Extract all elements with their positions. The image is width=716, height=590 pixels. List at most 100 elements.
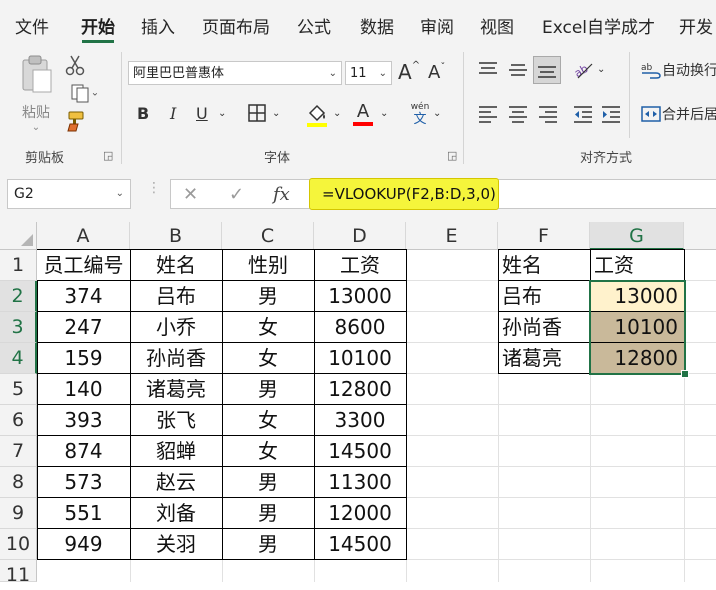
- paste-button[interactable]: 粘贴 ⌄: [14, 54, 58, 136]
- column-header-f[interactable]: F: [498, 222, 590, 250]
- fill-handle[interactable]: [681, 370, 689, 378]
- table-cell[interactable]: 12800: [590, 343, 684, 374]
- table-header-cell[interactable]: 性别: [222, 250, 314, 281]
- row-header-3[interactable]: 3: [0, 312, 37, 343]
- copy-button[interactable]: ⌄: [63, 82, 105, 104]
- column-header-g[interactable]: G: [590, 222, 684, 250]
- row-header-10[interactable]: 10: [0, 529, 37, 560]
- table-cell[interactable]: 13000: [314, 281, 406, 312]
- table-cell[interactable]: 吕布: [130, 281, 222, 312]
- bold-button[interactable]: B: [137, 104, 149, 123]
- font-launcher-icon[interactable]: ◲: [447, 149, 457, 162]
- table-cell[interactable]: 140: [37, 374, 130, 405]
- tab-file[interactable]: 文件: [15, 13, 49, 38]
- row-header-11[interactable]: 11: [0, 560, 37, 586]
- table-header-cell[interactable]: 工资: [590, 250, 684, 281]
- enter-icon[interactable]: ✓: [229, 184, 244, 205]
- decrease-indent-button[interactable]: [572, 104, 594, 128]
- table-cell[interactable]: 男: [222, 467, 314, 498]
- table-cell[interactable]: 女: [222, 405, 314, 436]
- table-cell[interactable]: 张飞: [130, 405, 222, 436]
- table-cell[interactable]: 诸葛亮: [498, 343, 590, 374]
- row-header-2[interactable]: 2: [0, 281, 37, 312]
- tab-view[interactable]: 视图: [480, 13, 514, 38]
- table-cell[interactable]: 男: [222, 374, 314, 405]
- table-cell[interactable]: 14500: [314, 529, 406, 560]
- italic-button[interactable]: I: [170, 104, 176, 123]
- shrink-font-button[interactable]: Aˇ: [428, 62, 445, 83]
- format-painter-button[interactable]: [63, 110, 87, 134]
- table-cell[interactable]: 3300: [314, 405, 406, 436]
- table-cell[interactable]: 374: [37, 281, 130, 312]
- table-cell[interactable]: 女: [222, 436, 314, 467]
- underline-dropdown-icon[interactable]: ⌄: [218, 108, 226, 119]
- underline-button[interactable]: U: [196, 104, 208, 123]
- table-cell[interactable]: 551: [37, 498, 130, 529]
- table-cell[interactable]: 159: [37, 343, 130, 374]
- align-bottom-button[interactable]: [533, 56, 561, 84]
- table-cell[interactable]: 男: [222, 498, 314, 529]
- align-top-button[interactable]: [477, 60, 499, 84]
- table-cell[interactable]: 247: [37, 312, 130, 343]
- table-cell[interactable]: 刘备: [130, 498, 222, 529]
- table-cell[interactable]: 393: [37, 405, 130, 436]
- row-header-1[interactable]: 1: [0, 250, 37, 281]
- table-cell[interactable]: 赵云: [130, 467, 222, 498]
- select-all-corner[interactable]: [0, 222, 37, 250]
- row-header-4[interactable]: 4: [0, 343, 37, 374]
- align-left-button[interactable]: [477, 104, 499, 128]
- table-header-cell[interactable]: 员工编号: [37, 250, 130, 281]
- align-middle-button[interactable]: [507, 60, 529, 84]
- table-cell[interactable]: 8600: [314, 312, 406, 343]
- table-header-cell[interactable]: 姓名: [130, 250, 222, 281]
- orientation-button[interactable]: ab: [572, 58, 596, 84]
- tab-review[interactable]: 审阅: [420, 13, 454, 38]
- copy-dropdown-icon[interactable]: ⌄: [91, 88, 99, 99]
- table-cell[interactable]: 男: [222, 281, 314, 312]
- paste-dropdown-icon[interactable]: ⌄: [14, 122, 58, 133]
- row-header-9[interactable]: 9: [0, 498, 37, 529]
- table-cell[interactable]: 14500: [314, 436, 406, 467]
- tab-insert[interactable]: 插入: [141, 13, 175, 38]
- table-cell[interactable]: 孙尚香: [130, 343, 222, 374]
- formula-text[interactable]: =VLOOKUP(F2,B:D,3,0): [309, 178, 499, 210]
- table-header-cell[interactable]: 姓名: [498, 250, 590, 281]
- cancel-icon[interactable]: ✕: [183, 184, 198, 205]
- fill-color-dropdown-icon[interactable]: ⌄: [333, 108, 341, 119]
- row-header-5[interactable]: 5: [0, 374, 37, 405]
- clipboard-launcher-icon[interactable]: ◲: [103, 149, 113, 162]
- tab-developer[interactable]: 开发: [679, 13, 713, 38]
- table-cell[interactable]: 13000: [590, 281, 684, 312]
- more-options-icon[interactable]: ⋮: [147, 181, 161, 195]
- phonetic-dropdown-icon[interactable]: ⌄: [433, 108, 441, 119]
- orientation-dropdown-icon[interactable]: ⌄: [597, 64, 605, 75]
- table-cell[interactable]: 关羽: [130, 529, 222, 560]
- align-right-button[interactable]: [537, 104, 559, 128]
- fill-color-button[interactable]: [305, 102, 329, 132]
- tab-page-layout[interactable]: 页面布局: [202, 13, 270, 38]
- table-cell[interactable]: 12800: [314, 374, 406, 405]
- table-cell[interactable]: 874: [37, 436, 130, 467]
- name-box[interactable]: G2 ⌄: [7, 179, 131, 209]
- font-color-dropdown-icon[interactable]: ⌄: [380, 108, 388, 119]
- insert-function-icon[interactable]: fx: [273, 184, 290, 205]
- cut-button[interactable]: [63, 54, 87, 76]
- column-header-a[interactable]: A: [37, 222, 130, 250]
- row-header-8[interactable]: 8: [0, 467, 37, 498]
- increase-indent-button[interactable]: [600, 104, 622, 128]
- font-color-button[interactable]: A: [352, 102, 374, 126]
- column-header-b[interactable]: B: [130, 222, 222, 250]
- column-header-e[interactable]: E: [406, 222, 498, 250]
- table-cell[interactable]: 949: [37, 529, 130, 560]
- table-cell[interactable]: 女: [222, 312, 314, 343]
- grow-font-button[interactable]: A^: [398, 60, 420, 84]
- column-header-d[interactable]: D: [314, 222, 406, 250]
- table-cell[interactable]: 小乔: [130, 312, 222, 343]
- merge-center-button[interactable]: 合并后居: [640, 104, 716, 124]
- table-header-cell[interactable]: 工资: [314, 250, 406, 281]
- table-cell[interactable]: 11300: [314, 467, 406, 498]
- tab-home[interactable]: 开始: [81, 13, 115, 38]
- table-cell[interactable]: 吕布: [498, 281, 590, 312]
- table-cell[interactable]: 孙尚香: [498, 312, 590, 343]
- align-center-button[interactable]: [507, 104, 529, 128]
